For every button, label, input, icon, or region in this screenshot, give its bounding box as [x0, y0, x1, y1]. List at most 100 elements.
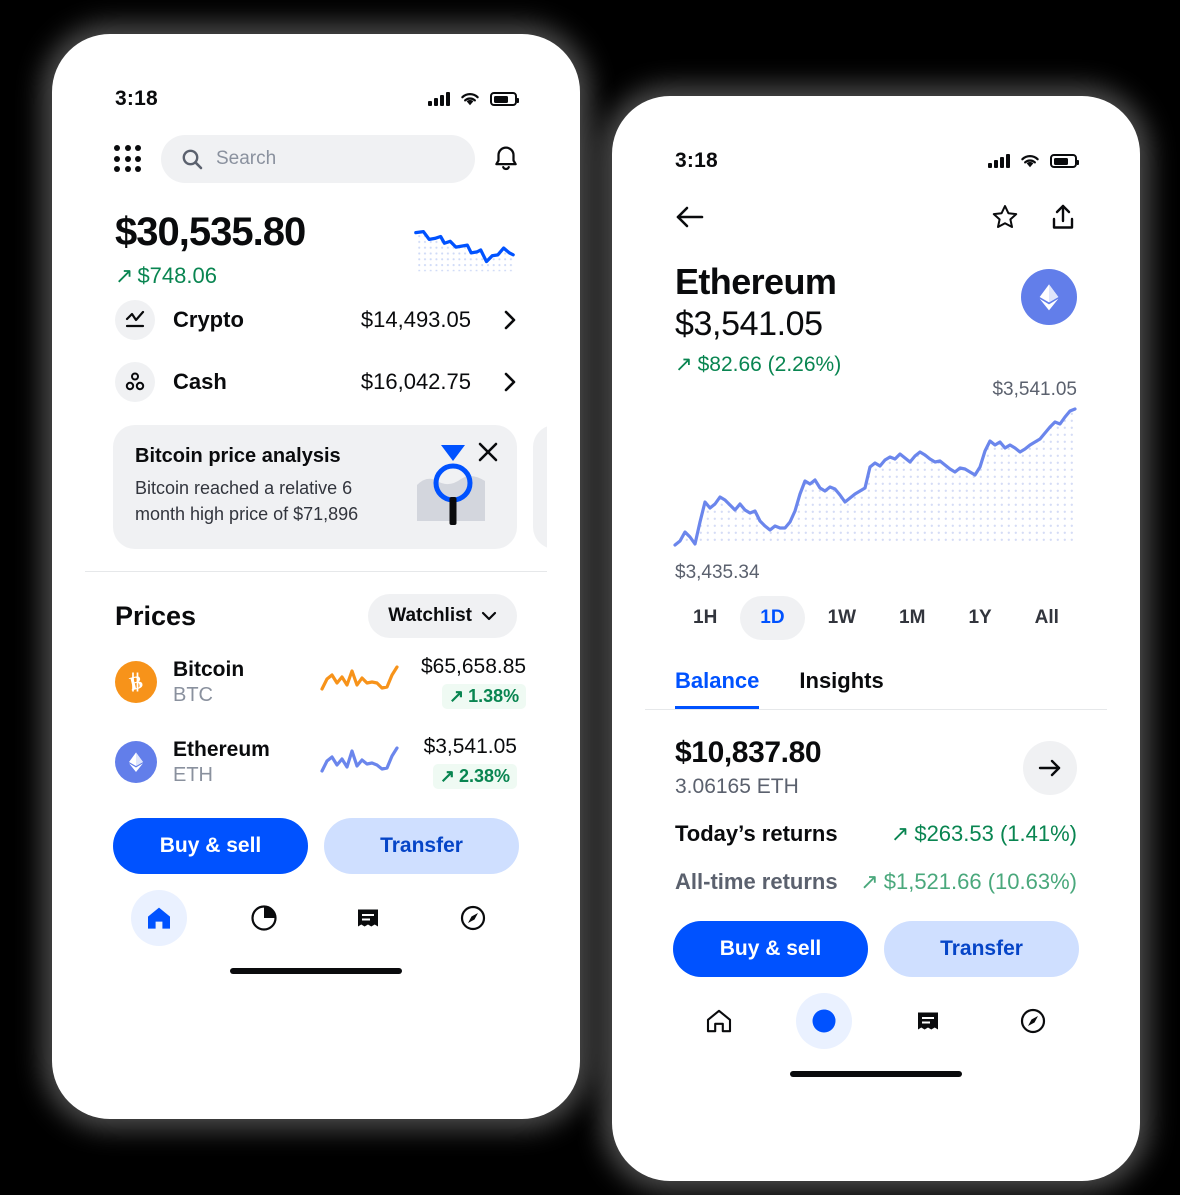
- coin-price-block: $65,658.85 ↗ 1.38%: [421, 655, 527, 710]
- asset-change: ↗ $82.66 (2.26%): [675, 352, 841, 377]
- tab-receipt[interactable]: [900, 993, 956, 1049]
- range-1y[interactable]: 1Y: [948, 596, 1011, 640]
- insight-card-bitcoin-analysis[interactable]: Bitcoin price analysis Bitcoin reached a…: [113, 425, 517, 550]
- portfolio-sparkline: [414, 230, 515, 272]
- buy-sell-button[interactable]: Buy & sell: [673, 921, 868, 977]
- receipt-icon: [358, 909, 379, 927]
- phone-left-screen: 3:18 Search $30,535.80 ↗ $748.06 Crypto …: [85, 65, 547, 1088]
- buy-sell-button[interactable]: Buy & sell: [113, 818, 308, 875]
- bitcoin-sparkline: [320, 665, 399, 691]
- coin-change-value: 1.38%: [468, 686, 520, 707]
- tab-portfolio[interactable]: [236, 890, 292, 946]
- watchlist-filter-label: Watchlist: [388, 605, 472, 627]
- asset-header: Ethereum $3,541.05 ↗ $82.66 (2.26%): [645, 231, 1107, 377]
- share-icon[interactable]: [1049, 203, 1077, 231]
- cta-row: Buy & sell Transfer: [85, 802, 547, 875]
- account-value: $14,493.05: [360, 307, 471, 333]
- change-arrow-icon: ↗: [890, 821, 910, 846]
- change-arrow-icon: ↗: [448, 686, 465, 707]
- back-arrow-icon[interactable]: [675, 204, 705, 230]
- tab-balance[interactable]: Balance: [675, 668, 760, 709]
- range-1h[interactable]: 1H: [673, 596, 737, 640]
- account-label: Crypto: [173, 307, 244, 333]
- tab-home[interactable]: [131, 890, 188, 947]
- insight-cards-strip[interactable]: Bitcoin price analysis Bitcoin reached a…: [85, 413, 547, 550]
- arrow-right-icon: [1038, 759, 1061, 776]
- coin-price: $65,658.85: [421, 655, 527, 679]
- cta-row: Buy & sell Transfer: [645, 895, 1107, 977]
- tab-receipt[interactable]: [340, 890, 396, 946]
- compass-icon: [460, 906, 485, 931]
- range-1d[interactable]: 1D: [740, 596, 805, 640]
- account-label: Cash: [173, 369, 227, 395]
- detail-tabs: Balance Insights: [645, 640, 1107, 710]
- star-outline-icon[interactable]: [991, 203, 1019, 231]
- price-row-ethereum[interactable]: Ethereum ETH $3,541.05 ↗ 2.38%: [85, 722, 547, 802]
- account-row-cash[interactable]: Cash $16,042.75: [85, 351, 547, 413]
- balance-amount: $10,837.80: [675, 736, 822, 769]
- range-1m[interactable]: 1M: [879, 596, 945, 640]
- tab-portfolio[interactable]: [795, 993, 852, 1049]
- balance-block: $10,837.80 3.06165 ETH: [645, 710, 1107, 799]
- account-value: $16,042.75: [360, 369, 471, 395]
- returns-value-block: ↗ $1,521.66 (10.63%): [860, 869, 1077, 895]
- transfer-button[interactable]: Transfer: [324, 818, 519, 875]
- transfer-button[interactable]: Transfer: [884, 921, 1079, 977]
- balance-detail-button[interactable]: [1023, 740, 1077, 795]
- tab-insights[interactable]: Insights: [799, 668, 883, 709]
- status-time: 3:18: [115, 87, 158, 110]
- asset-change-value: $82.66 (2.26%): [697, 352, 842, 376]
- ethereum-icon: [115, 741, 157, 784]
- account-row-crypto[interactable]: Crypto $14,493.05: [85, 289, 547, 351]
- home-indicator: [230, 968, 402, 975]
- portfolio-change-value: $748.06: [137, 263, 217, 289]
- ethereum-icon: [1021, 269, 1077, 325]
- status-bar: 3:18: [85, 65, 547, 119]
- svg-text:B: B: [128, 672, 146, 695]
- home-icon: [707, 1009, 732, 1033]
- ethereum-sparkline: [320, 746, 399, 773]
- coin-name: Ethereum: [173, 737, 270, 761]
- coin-change-badge: ↗ 2.38%: [432, 764, 517, 790]
- returns-value: $1,521.66 (10.63%): [883, 869, 1077, 894]
- change-arrow-icon: ↗: [115, 263, 134, 289]
- status-icons: [988, 153, 1079, 169]
- crypto-chart-icon: [115, 300, 155, 341]
- insight-card-next[interactable]: [533, 425, 547, 550]
- search-placeholder: Search: [216, 148, 277, 169]
- app-grid-icon[interactable]: [111, 142, 145, 176]
- search-icon: [182, 149, 203, 170]
- home-icon: [148, 907, 171, 929]
- range-all[interactable]: All: [1015, 596, 1079, 640]
- nav-actions: [991, 203, 1077, 231]
- prices-title: Prices: [115, 600, 197, 631]
- price-row-bitcoin[interactable]: B Bitcoin BTC $65,658.85 ↗ 1.38%: [85, 642, 547, 722]
- returns-label: Today’s returns: [675, 821, 838, 846]
- notification-bell-icon[interactable]: [491, 144, 521, 174]
- search-input[interactable]: Search: [161, 135, 475, 183]
- close-icon[interactable]: [477, 441, 499, 463]
- range-1w[interactable]: 1W: [808, 596, 877, 640]
- chart-high-label: $3,541.05: [992, 379, 1077, 400]
- insight-card-title: Bitcoin price analysis: [135, 445, 341, 468]
- time-range-selector: 1H 1D 1W 1M 1Y All: [645, 584, 1107, 640]
- tab-home[interactable]: [691, 993, 747, 1049]
- wifi-icon: [1021, 155, 1039, 168]
- status-bar: 3:18: [645, 127, 1107, 181]
- coin-symbol: ETH: [173, 763, 213, 786]
- change-arrow-icon: ↗: [675, 353, 693, 376]
- portfolio-hero: $30,535.80 ↗ $748.06: [85, 189, 547, 289]
- watchlist-filter-button[interactable]: Watchlist: [368, 594, 517, 639]
- battery-icon: [490, 92, 519, 106]
- returns-value: $263.53 (1.41%): [914, 821, 1077, 846]
- price-chart[interactable]: $3,541.05 $3,435.34: [645, 377, 1107, 584]
- portfolio-pie-icon: [812, 1009, 836, 1033]
- tab-explore[interactable]: [445, 890, 501, 946]
- portfolio-change: ↗ $748.06: [115, 263, 305, 289]
- nav-bar: [645, 181, 1107, 231]
- returns-row-today: Today’s returns ↗ $263.53 (1.41%): [645, 799, 1107, 847]
- returns-label: All-time returns: [675, 869, 838, 894]
- tab-explore[interactable]: [1005, 993, 1061, 1049]
- wifi-icon: [461, 93, 479, 106]
- cellular-signal-icon: [988, 154, 1010, 168]
